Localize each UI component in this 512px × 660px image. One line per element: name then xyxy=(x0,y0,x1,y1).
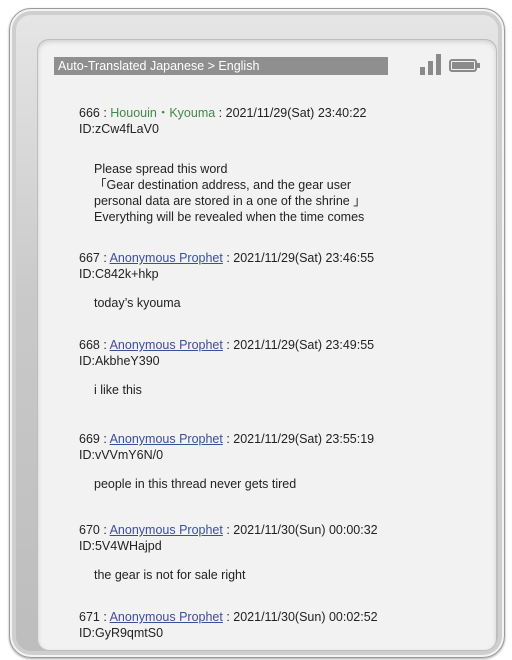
post-number: 668 xyxy=(79,338,100,352)
translation-status-label: Auto-Translated Japanese > English xyxy=(54,57,388,75)
post-date: 2021/11/30(Sun) 00:00:32 xyxy=(233,523,378,537)
post-number: 671 xyxy=(79,610,100,624)
post-line: the gear is not for sale right xyxy=(94,568,246,582)
poster-name-link[interactable]: Anonymous Prophet xyxy=(110,251,223,265)
poster-name-link[interactable]: Anonymous Prophet xyxy=(110,610,223,624)
post-line: Everything will be revealed when the tim… xyxy=(94,210,365,224)
post-number: 670 xyxy=(79,523,100,537)
post-line: i like this xyxy=(94,383,142,397)
post-670: 670 : Anonymous Prophet : 2021/11/30(Sun… xyxy=(79,522,378,582)
post-id: ID:AkbheY390 xyxy=(79,354,160,368)
post-line: Please spread this word xyxy=(94,162,228,176)
post-671: 671 : Anonymous Prophet : 2021/11/30(Sun… xyxy=(79,609,378,641)
post-id: ID:GyR9qmtS0 xyxy=(79,626,164,640)
post-header: 669 : Anonymous Prophet : 2021/11/29(Sat… xyxy=(79,432,375,446)
post-body: the gear is not for sale right xyxy=(94,567,424,583)
post-header: 666 : Hououin・Kyouma : 2021/11/29(Sat) 2… xyxy=(79,106,367,120)
post-line: people in this thread never gets tired xyxy=(94,477,297,491)
poster-name-link[interactable]: Anonymous Prophet xyxy=(110,523,223,537)
post-667: 667 : Anonymous Prophet : 2021/11/29(Sat… xyxy=(79,250,375,310)
post-668: 668 : Anonymous Prophet : 2021/11/29(Sat… xyxy=(79,337,375,397)
post-number: 667 xyxy=(79,251,100,265)
post-date: 2021/11/29(Sat) 23:40:22 xyxy=(225,106,367,120)
post-date: 2021/11/29(Sat) 23:49:55 xyxy=(233,338,375,352)
post-header: 671 : Anonymous Prophet : 2021/11/30(Sun… xyxy=(79,610,378,624)
post-header: 667 : Anonymous Prophet : 2021/11/29(Sat… xyxy=(79,251,375,265)
post-number: 669 xyxy=(79,432,100,446)
battery-icon xyxy=(449,59,480,72)
post-body: people in this thread never gets tired xyxy=(94,476,424,492)
post-number: 666 xyxy=(79,106,100,120)
post-id: ID:vVVmY6N/0 xyxy=(79,448,164,462)
post-669: 669 : Anonymous Prophet : 2021/11/29(Sat… xyxy=(79,431,375,491)
poster-name-link[interactable]: Anonymous Prophet xyxy=(110,338,223,352)
post-date: 2021/11/29(Sat) 23:55:19 xyxy=(233,432,375,446)
post-body: today’s kyouma xyxy=(94,295,424,311)
poster-name[interactable]: Hououin・Kyouma xyxy=(110,106,215,120)
post-line: today’s kyouma xyxy=(94,296,181,310)
post-body: i like this xyxy=(94,382,424,398)
phone-frame: Auto-Translated Japanese > English 666 :… xyxy=(9,8,505,658)
poster-name-link[interactable]: Anonymous Prophet xyxy=(110,432,223,446)
post-id: ID:5V4WHajpd xyxy=(79,539,162,553)
post-line: personal data are stored in a one of the… xyxy=(94,194,366,208)
post-id: ID:C842k+hkp xyxy=(79,267,159,281)
post-body: Please spread this word 「Gear destinatio… xyxy=(94,161,424,225)
post-id: ID:zCw4fLaV0 xyxy=(79,122,159,136)
post-date: 2021/11/30(Sun) 00:02:52 xyxy=(233,610,378,624)
post-header: 668 : Anonymous Prophet : 2021/11/29(Sat… xyxy=(79,338,375,352)
screen: Auto-Translated Japanese > English 666 :… xyxy=(37,39,497,651)
post-header: 670 : Anonymous Prophet : 2021/11/30(Sun… xyxy=(79,523,378,537)
post-line: 「Gear destination address, and the gear … xyxy=(94,178,352,192)
signal-bars-icon xyxy=(420,53,442,75)
post-date: 2021/11/29(Sat) 23:46:55 xyxy=(233,251,375,265)
post-666: 666 : Hououin・Kyouma : 2021/11/29(Sat) 2… xyxy=(79,105,367,224)
